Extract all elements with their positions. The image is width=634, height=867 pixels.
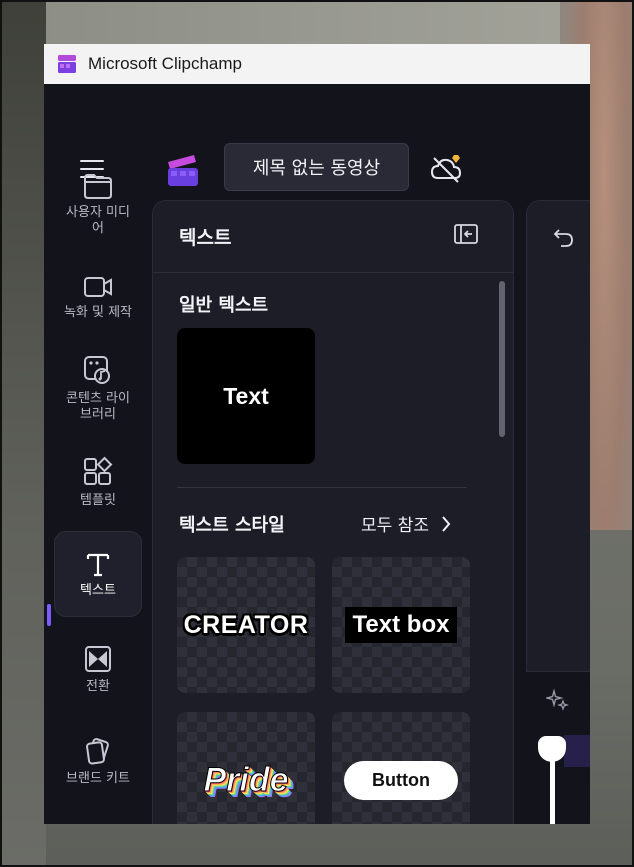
timeline-clip[interactable] bbox=[564, 735, 590, 767]
rail-item-record-create[interactable]: 녹화 및 제작 bbox=[54, 274, 142, 321]
see-all-link[interactable]: 모두 참조 bbox=[361, 511, 451, 536]
clipchamp-window: Microsoft Clipchamp 사용자 미디 어 녹화 및 제작 콘텐츠… bbox=[44, 44, 590, 824]
folder-icon bbox=[84, 174, 112, 199]
transition-icon bbox=[85, 646, 111, 672]
panel-header: 텍스트 bbox=[153, 201, 513, 273]
rail-item-templates[interactable]: 템플릿 bbox=[54, 456, 142, 509]
brand-kit-icon bbox=[86, 738, 109, 765]
left-rail: 사용자 미디 어 녹화 및 제작 콘텐츠 라이 브러리 템플릿 텍스트 전환 브… bbox=[44, 84, 152, 824]
text-style-label: CREATOR bbox=[183, 610, 309, 639]
rail-item-label: 사용자 미디 어 bbox=[66, 205, 130, 236]
rail-item-text[interactable]: 텍스트 bbox=[54, 531, 142, 617]
sparkle-icon[interactable] bbox=[546, 688, 570, 712]
chevron-right-icon bbox=[442, 515, 451, 532]
text-panel: 텍스트 일반 텍스트 Text 텍스트 스타일 모두 참조 CREATOR Te… bbox=[152, 200, 514, 824]
rail-item-transitions[interactable]: 전환 bbox=[54, 644, 142, 695]
undo-icon[interactable] bbox=[553, 226, 575, 248]
plain-text-card-label: Text bbox=[223, 382, 269, 409]
clipchamp-logo-icon bbox=[58, 55, 76, 73]
project-title-button[interactable]: 제목 없는 동영상 bbox=[224, 143, 409, 191]
clapperboard-logo-icon bbox=[168, 155, 198, 186]
collapse-panel-icon[interactable] bbox=[453, 223, 479, 245]
video-camera-icon bbox=[84, 277, 112, 297]
rail-item-label: 전환 bbox=[86, 679, 110, 694]
text-styles-section-title: 텍스트 스타일 bbox=[179, 515, 285, 536]
rail-item-my-media[interactable]: 사용자 미디 어 bbox=[54, 172, 142, 237]
text-style-label: Button bbox=[344, 760, 458, 800]
window-title: Microsoft Clipchamp bbox=[88, 54, 242, 73]
content-library-icon bbox=[84, 356, 110, 384]
project-title: 제목 없는 동영상 bbox=[252, 158, 381, 179]
active-indicator bbox=[47, 604, 51, 626]
text-icon bbox=[86, 553, 110, 576]
plain-text-section-title: 일반 텍스트 bbox=[179, 295, 269, 316]
text-style-label: Pride bbox=[203, 760, 289, 799]
section-divider bbox=[177, 487, 467, 488]
text-style-card-pride[interactable]: Pride bbox=[177, 712, 315, 824]
text-style-card-creator[interactable]: CREATOR bbox=[177, 557, 315, 693]
rail-item-label: 녹화 및 제작 bbox=[63, 305, 133, 320]
rail-item-brand-kit[interactable]: 브랜드 키트 bbox=[54, 736, 142, 787]
text-style-label: Text box bbox=[344, 607, 458, 643]
rail-item-label: 템플릿 bbox=[80, 493, 116, 508]
see-all-label: 모두 참조 bbox=[361, 516, 429, 536]
rail-item-label: 텍스트 bbox=[80, 582, 116, 598]
text-style-card-textbox[interactable]: Text box bbox=[332, 557, 470, 693]
app-body: 사용자 미디 어 녹화 및 제작 콘텐츠 라이 브러리 템플릿 텍스트 전환 브… bbox=[44, 84, 590, 824]
text-style-card-button[interactable]: Button bbox=[332, 712, 470, 824]
playhead-handle[interactable] bbox=[538, 736, 566, 762]
panel-scrollbar[interactable] bbox=[499, 281, 505, 437]
templates-icon bbox=[84, 456, 113, 485]
rail-item-label: 브랜드 키트 bbox=[66, 771, 130, 786]
panel-title: 텍스트 bbox=[179, 227, 232, 249]
rail-item-label: 콘텐츠 라이 브러리 bbox=[66, 391, 130, 422]
title-bar: Microsoft Clipchamp bbox=[44, 44, 590, 84]
rail-item-content-library[interactable]: 콘텐츠 라이 브러리 bbox=[54, 354, 142, 423]
cloud-sync-off-icon[interactable] bbox=[430, 152, 466, 184]
plain-text-card[interactable]: Text bbox=[177, 328, 315, 464]
timeline bbox=[526, 671, 590, 824]
